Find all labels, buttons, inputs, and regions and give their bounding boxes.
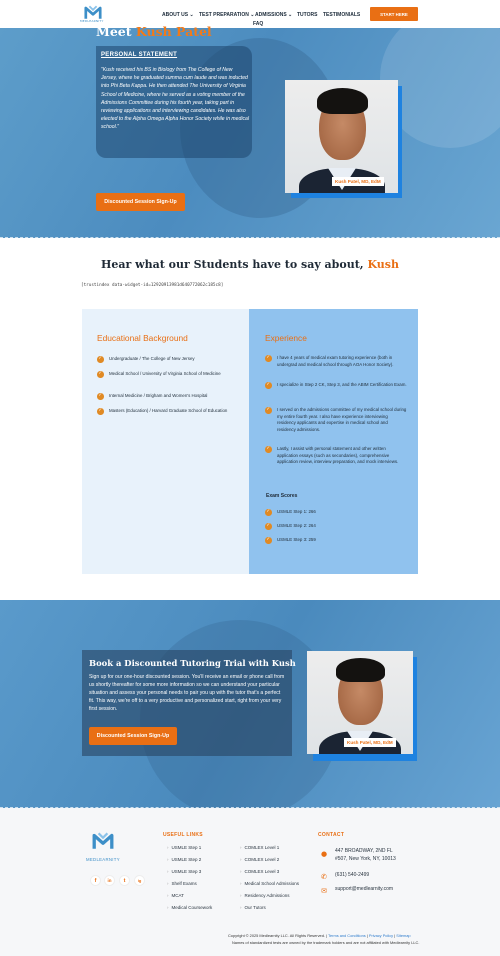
twitter-icon[interactable]: t — [119, 875, 130, 886]
sitemap-link[interactable]: Sitemap — [396, 933, 410, 938]
experience-item: Lastly, I assist with personal statement… — [277, 446, 399, 465]
footer-link[interactable]: › Medical School Admissions — [240, 881, 299, 886]
check-icon: ✓ — [265, 509, 272, 516]
nav-test-preparation[interactable]: TEST PREPARATION ⌄ — [199, 12, 254, 18]
personal-statement-text: "Kush received his BS in Biology from Th… — [101, 67, 249, 131]
start-here-button[interactable]: START HERE — [370, 7, 418, 21]
footer-link[interactable]: › Medical Coursework — [167, 905, 212, 910]
phone-link[interactable]: (631) 540-2499 — [335, 872, 369, 880]
check-icon: ✓ — [97, 356, 104, 363]
footer-link[interactable]: › MCAT — [167, 893, 184, 898]
footer-logo-text: MEDLEARNITY — [86, 857, 120, 862]
medlearnity-logo-icon[interactable] — [92, 830, 114, 852]
check-icon: ✓ — [265, 446, 272, 453]
contact-heading: CONTACT — [318, 832, 345, 838]
experience-panel — [249, 309, 418, 574]
nav-faq[interactable]: FAQ — [253, 21, 263, 27]
nav-about-us[interactable]: ABOUT US ⌄ — [162, 12, 194, 18]
exam-score: USMLE Step 2: 264 — [277, 523, 316, 528]
experience-heading: Experience — [265, 333, 307, 343]
nav-testimonials[interactable]: TESTIMONIALS — [323, 12, 360, 18]
exam-score: USMLE Step 3: 259 — [277, 537, 316, 542]
footer-link[interactable]: › USMLE Step 2 — [167, 857, 201, 862]
experience-item: I served on the admissions committee of … — [277, 407, 407, 433]
education-panel — [82, 309, 249, 574]
check-icon: ✓ — [265, 407, 272, 414]
check-icon: ✓ — [265, 523, 272, 530]
dotted-divider — [0, 235, 500, 238]
check-icon: ✓ — [265, 355, 272, 362]
education-item: Medical School / University of Virginia … — [109, 371, 221, 376]
exam-scores-heading: Exam Scores — [266, 493, 298, 499]
personal-statement-title: PERSONAL STATEMENT — [101, 52, 178, 58]
education-item: Masters (Education) / Harvard Graduate S… — [109, 408, 228, 413]
linkedin-icon[interactable]: in — [104, 875, 115, 886]
booking-title: Book a Discounted Tutoring Trial with Ku… — [89, 658, 296, 668]
photo-caption: Kush Patel, MD, EdM — [344, 738, 396, 747]
location-pin-icon: ● — [320, 850, 328, 858]
tutor-heading: Meet Kush Patel — [96, 24, 212, 39]
site-header: MEDLEARNITY ABOUT US ⌄ TEST PREPARATION … — [0, 0, 500, 28]
check-icon: ✓ — [97, 371, 104, 378]
mail-icon: ✉ — [321, 887, 327, 895]
check-icon: ✓ — [265, 537, 272, 544]
email-link[interactable]: support@medlearnity.com — [335, 886, 393, 894]
useful-links-heading: USEFUL LINKS — [163, 832, 203, 838]
copyright-line: Copyright © 2025 Medlearnity LLC. All Ri… — [228, 933, 411, 938]
nav-admissions[interactable]: ADMISSIONS ⌄ — [255, 12, 292, 18]
booking-text: Sign up for our one-hour discounted sess… — [89, 674, 285, 713]
terms-link[interactable]: Terms and Conditions — [328, 933, 366, 938]
education-item: Undergraduate / The College of New Jerse… — [109, 356, 195, 361]
footer-link[interactable]: › Shelf Exams — [167, 881, 197, 886]
footer-link[interactable]: › Residency Admissions — [240, 893, 290, 898]
trustindex-widget-placeholder: [trustindex data-widget-id=12920913981d6… — [81, 283, 224, 288]
booking-signup-button[interactable]: Discounted Session Sign-Up — [89, 727, 177, 745]
footer-link[interactable]: › USMLE Step 3 — [167, 869, 201, 874]
phone-icon: ✆ — [321, 873, 327, 881]
exam-score: USMLE Step 1: 266 — [277, 509, 316, 514]
education-item: Internal Medicine / Brigham and Women's … — [109, 393, 208, 398]
trademark-notice: Names of standardized tests are owned by… — [232, 940, 420, 945]
discounted-session-button[interactable]: Discounted Session Sign-Up — [96, 193, 185, 211]
logo-text: MEDLEARNITY — [80, 19, 104, 23]
nav-tutors[interactable]: TUTORS — [297, 12, 317, 18]
facebook-icon[interactable]: f — [90, 875, 101, 886]
footer-link[interactable]: › USMLE Step 1 — [167, 845, 201, 850]
testimonials-name: Kush — [367, 258, 399, 271]
testimonials-heading: Hear what our Students have to say about… — [101, 258, 399, 271]
experience-item: I have 4 years of medical exam tutoring … — [277, 355, 394, 367]
instagram-icon[interactable]: ig — [134, 875, 145, 886]
check-icon: ✓ — [97, 393, 104, 400]
tutor-name: Kush Patel — [135, 24, 212, 39]
photo-caption: Kush Patel, MD, EdM — [332, 177, 384, 186]
education-heading: Educational Background — [97, 333, 188, 343]
footer-link[interactable]: › COMLEX Level 3 — [240, 869, 279, 874]
footer-link[interactable]: › Our Tutors — [240, 905, 266, 910]
check-icon: ✓ — [265, 382, 272, 389]
experience-item: I specialize in Step 2 CK, Step 3, and t… — [277, 382, 407, 387]
footer-link[interactable]: › COMLEX Level 1 — [240, 845, 279, 850]
address: 447 BROADWAY, 2ND FL #507, New York, NY, … — [335, 848, 396, 862]
check-icon: ✓ — [97, 408, 104, 415]
privacy-link[interactable]: Privacy Policy — [369, 933, 393, 938]
footer-link[interactable]: › COMLEX Level 2 — [240, 857, 279, 862]
